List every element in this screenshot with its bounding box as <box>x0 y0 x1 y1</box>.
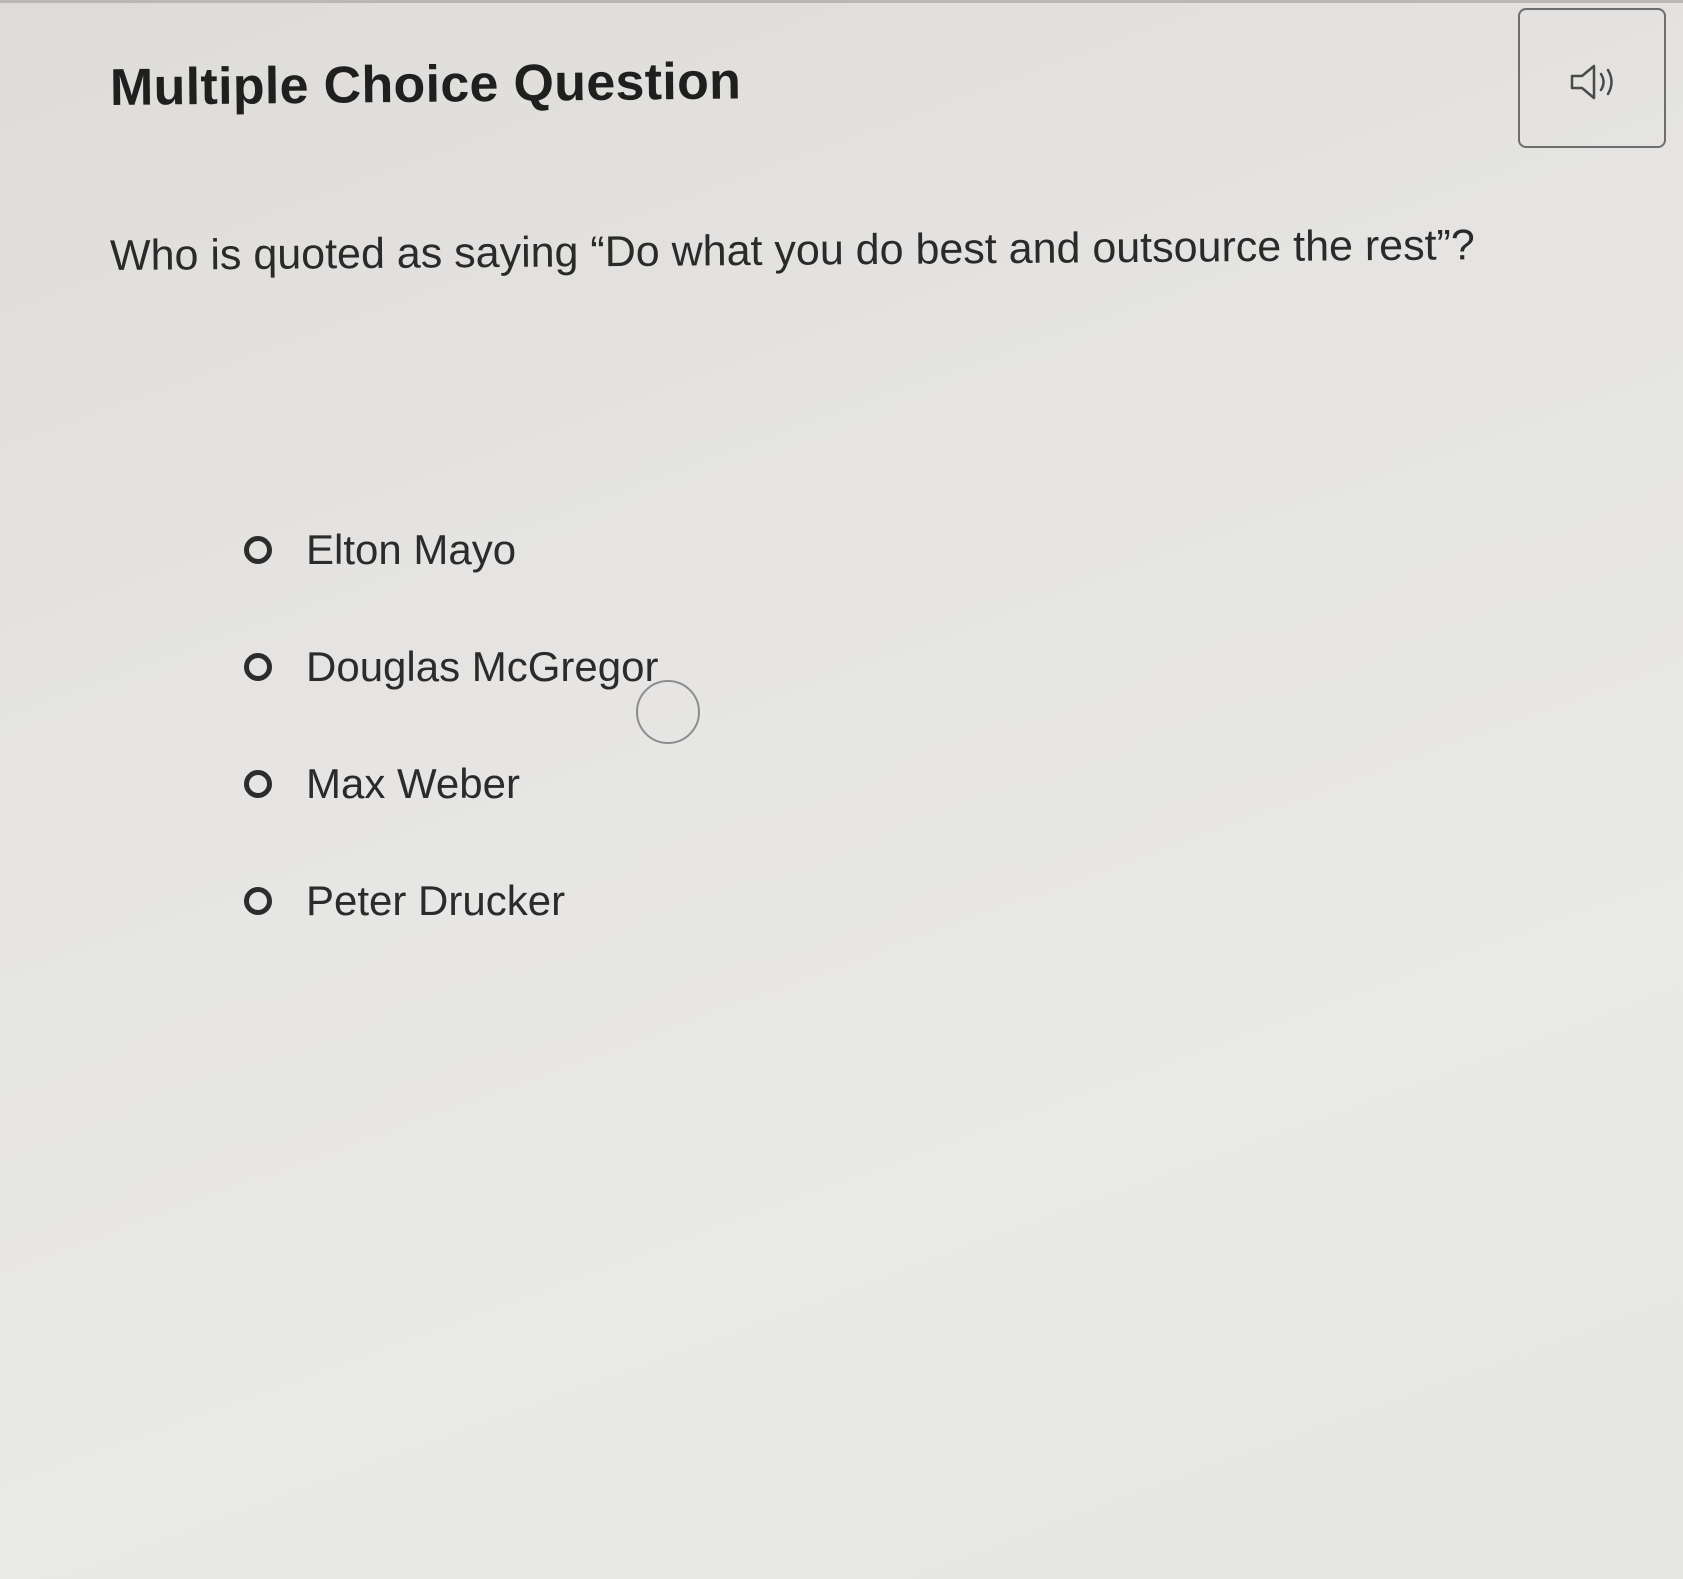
answer-option[interactable]: Max Weber <box>244 754 658 814</box>
speaker-icon <box>1570 64 1613 100</box>
radio-button[interactable] <box>244 653 272 681</box>
read-aloud-button[interactable] <box>1518 8 1666 148</box>
option-label: Peter Drucker <box>306 877 566 924</box>
answer-option[interactable]: Douglas McGregor <box>244 637 658 697</box>
radio-button[interactable] <box>244 887 272 915</box>
question-text: Who is quoted as saying “Do what you do … <box>109 221 1475 280</box>
cursor-circle <box>636 680 700 744</box>
answer-option[interactable]: Peter Drucker <box>244 871 658 931</box>
radio-button[interactable] <box>244 536 272 564</box>
option-label: Max Weber <box>306 760 520 807</box>
top-divider <box>0 0 1683 3</box>
radio-button[interactable] <box>244 770 272 798</box>
option-label: Elton Mayo <box>306 526 517 573</box>
answer-options: Elton Mayo Douglas McGregor Max Weber Pe… <box>244 520 658 988</box>
answer-option[interactable]: Elton Mayo <box>244 520 658 580</box>
option-label: Douglas McGregor <box>306 643 659 690</box>
question-screen: Multiple Choice Question Who is quoted a… <box>0 0 1683 1579</box>
page-title: Multiple Choice Question <box>109 52 742 117</box>
